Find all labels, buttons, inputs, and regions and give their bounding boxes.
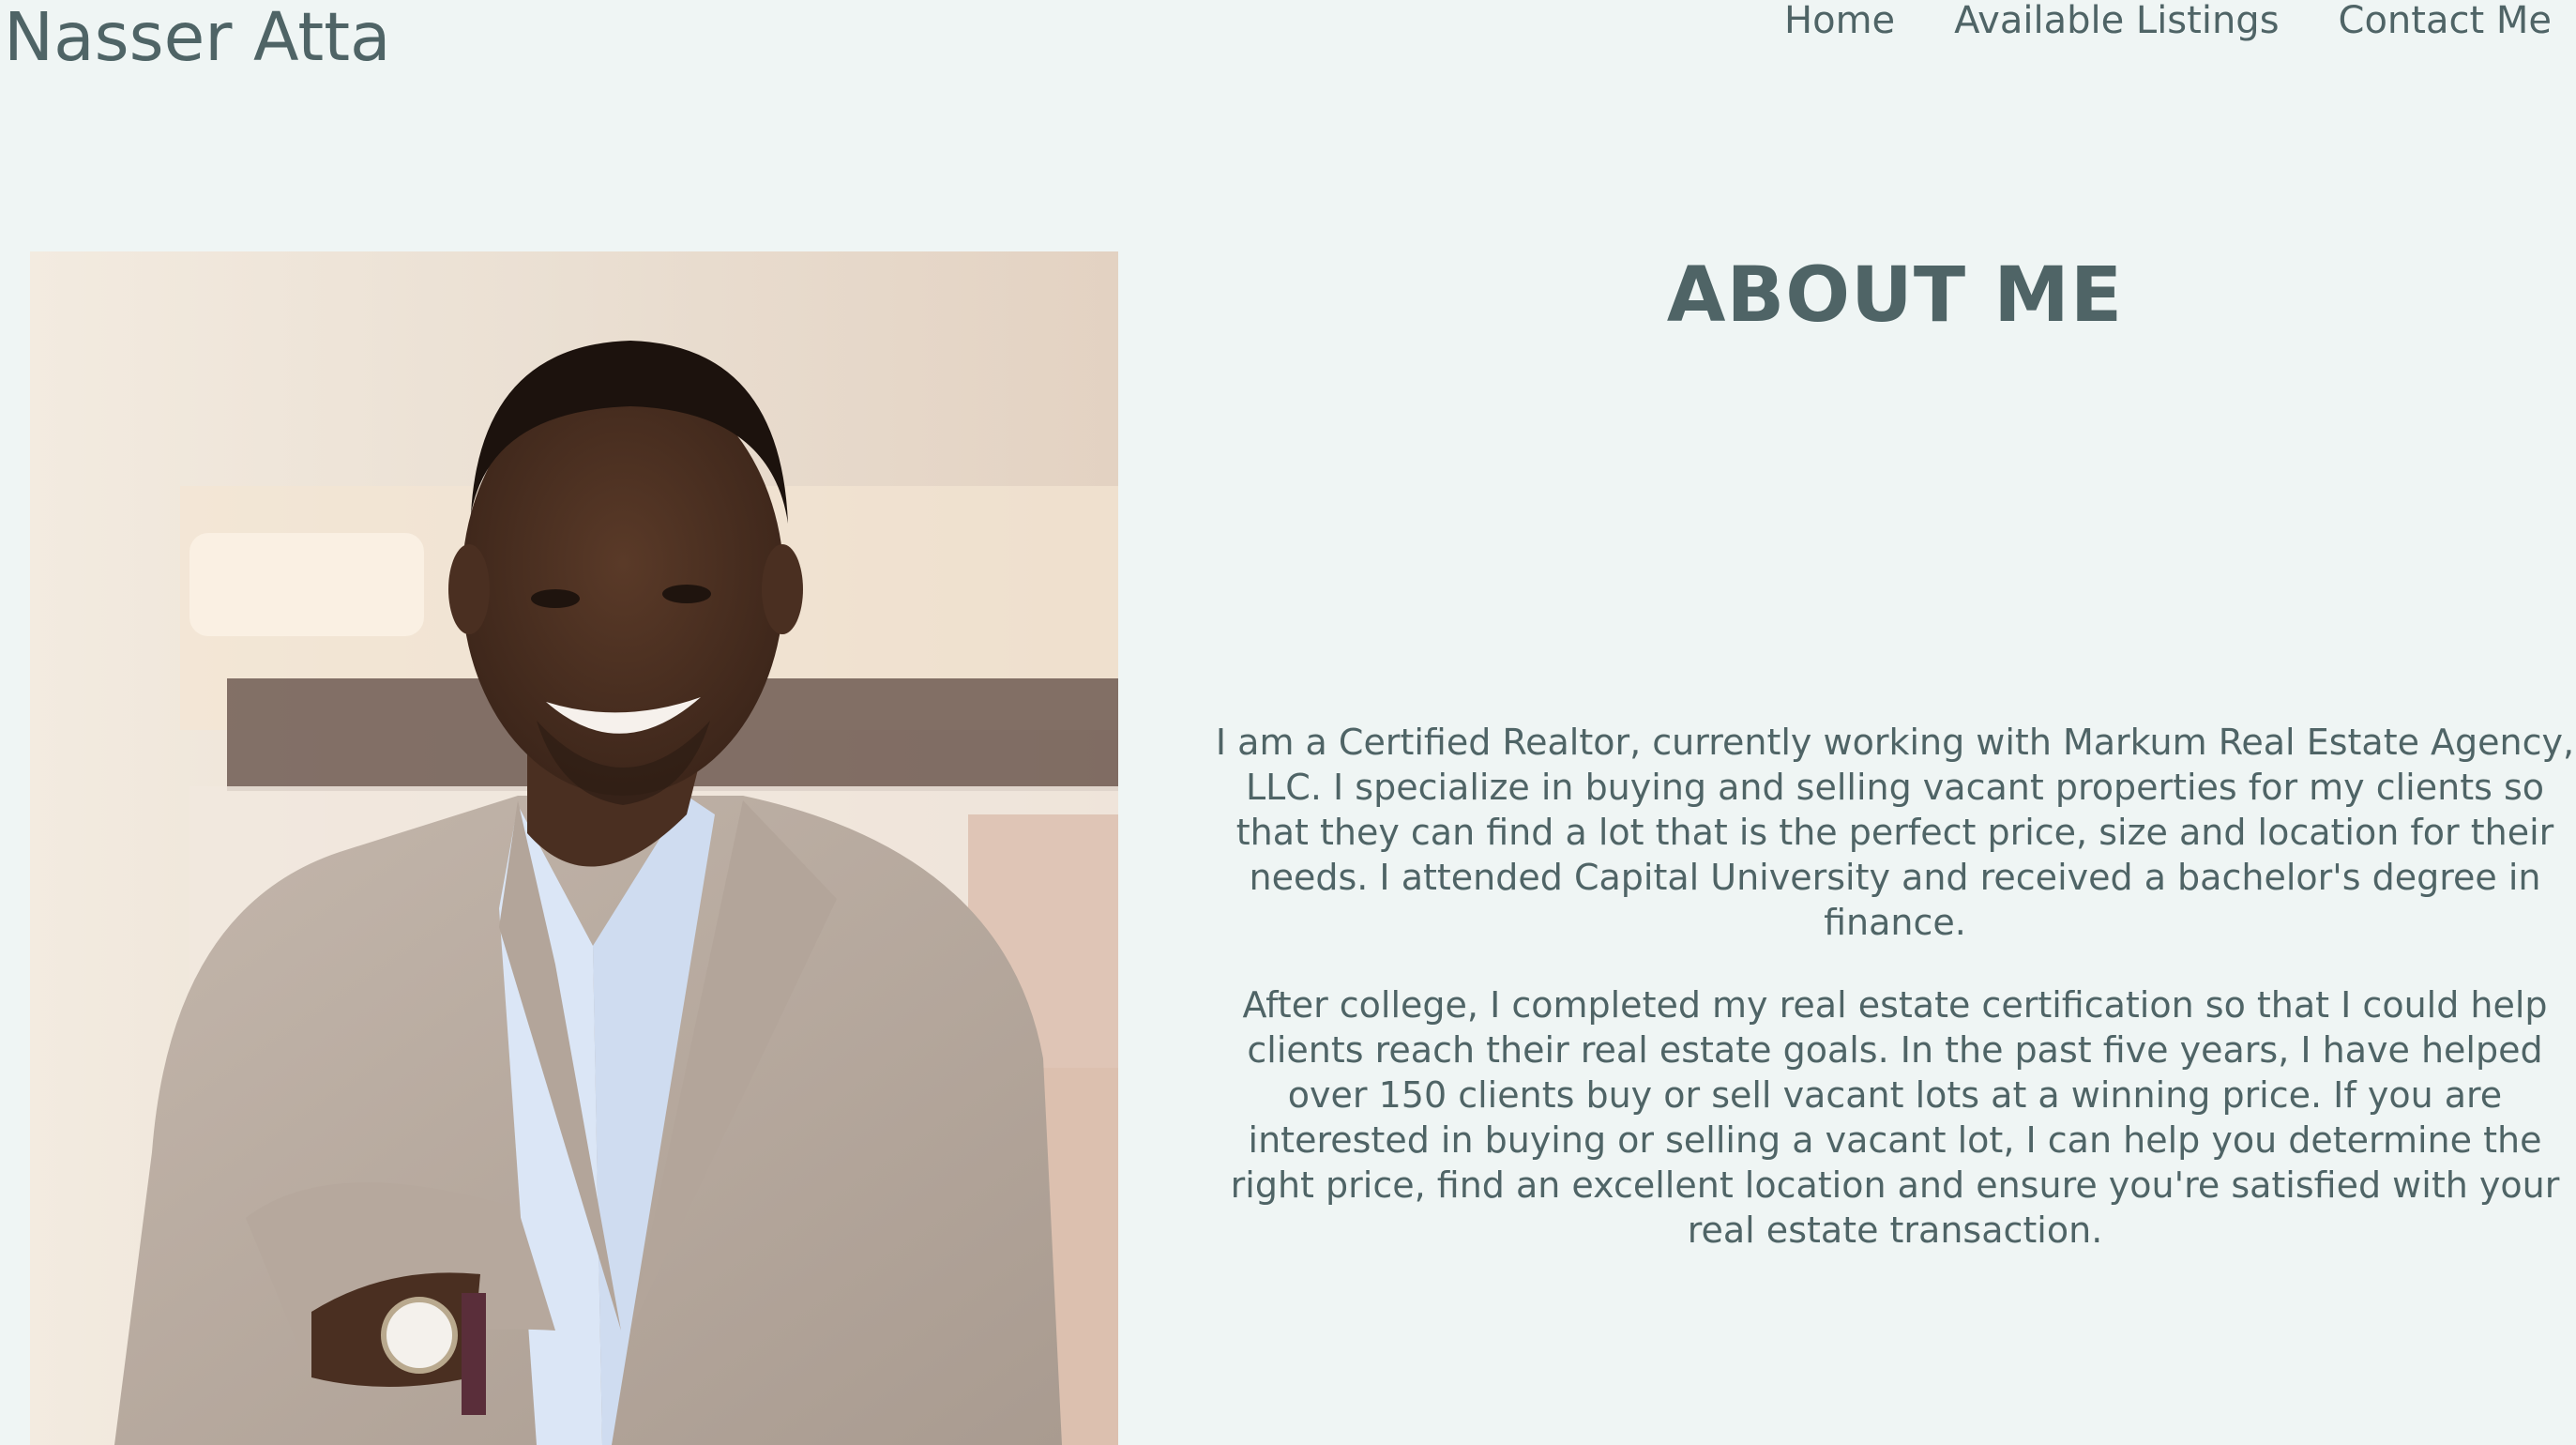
about-paragraph-1: I am a Certified Realtor, currently work…	[1215, 722, 2575, 943]
nav-home-link[interactable]: Home	[1784, 0, 1895, 47]
about-heading: ABOUT ME	[1666, 251, 2124, 340]
about-section: ABOUT ME I am a Certified Realtor, curre…	[1214, 235, 2576, 1290]
profile-photo	[30, 251, 1118, 1445]
about-body: I am a Certified Realtor, currently work…	[1214, 720, 2576, 1253]
nav-contact-me-link[interactable]: Contact Me	[2339, 0, 2552, 47]
main-nav: Home Available Listings Contact Me	[1784, 0, 2552, 47]
nav-available-listings-link[interactable]: Available Listings	[1954, 0, 2279, 47]
site-title: Nasser Atta	[4, 0, 391, 76]
about-paragraph-2: After college, I completed my real estat…	[1230, 984, 2560, 1251]
